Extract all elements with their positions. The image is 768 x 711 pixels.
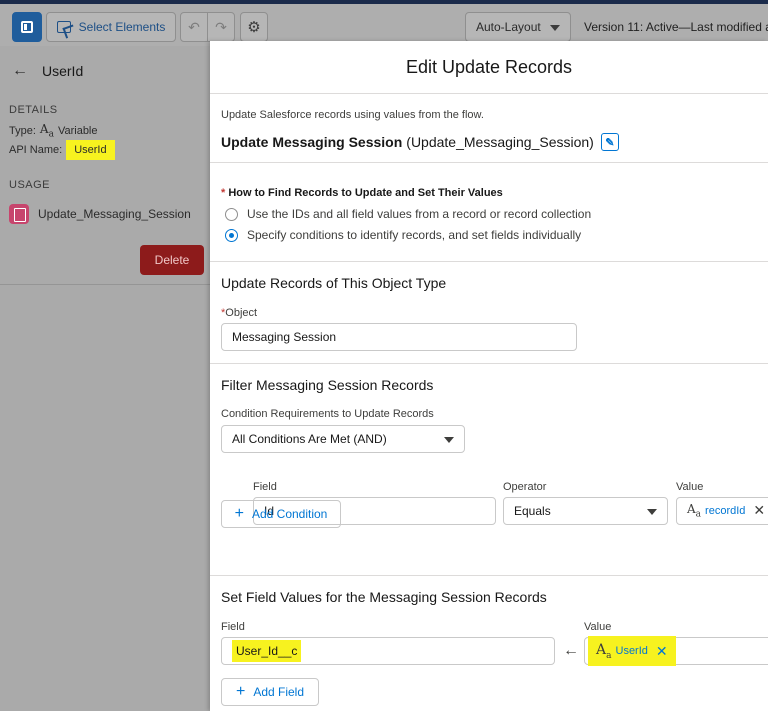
redo-icon: ↷ bbox=[215, 18, 227, 35]
radio-label: Specify conditions to identify records, … bbox=[247, 228, 582, 242]
edit-pencil-icon[interactable]: ✎ bbox=[600, 133, 619, 151]
update-records-icon bbox=[9, 204, 29, 224]
add-field-button[interactable]: + Add Field bbox=[221, 678, 319, 706]
condition-requirements-label: Condition Requirements to Update Records bbox=[221, 408, 434, 420]
edit-update-records-modal: Edit Update Records Update Salesforce re… bbox=[210, 41, 768, 711]
object-label-text: Object bbox=[225, 307, 258, 319]
resource-title: UserId bbox=[42, 63, 84, 79]
add-field-label: Add Field bbox=[253, 685, 305, 699]
arrow-left-icon: ← bbox=[563, 642, 579, 659]
remove-icon[interactable]: ✕ bbox=[656, 643, 668, 660]
set-field-input[interactable]: User_Id__c bbox=[221, 637, 555, 665]
modal-description: Update Salesforce records using values f… bbox=[221, 109, 484, 121]
usage-heading: USAGE bbox=[9, 179, 51, 191]
type-value: Variable bbox=[57, 124, 98, 137]
object-input[interactable]: Messaging Session bbox=[221, 323, 577, 351]
filter-section-heading: Filter Messaging Session Records bbox=[221, 377, 434, 393]
set-value-label: Value bbox=[584, 621, 612, 633]
api-name-value: UserId bbox=[66, 140, 115, 160]
modal-title: Edit Update Records bbox=[210, 41, 768, 94]
type-label: Type: bbox=[9, 124, 36, 137]
plus-icon: + bbox=[235, 683, 246, 700]
api-name-label: API Name: bbox=[9, 144, 63, 156]
auto-layout-dropdown[interactable]: Auto-Layout bbox=[465, 12, 571, 42]
how-to-find-text: How to Find Records to Update and Set Th… bbox=[228, 187, 503, 199]
radio-option-conditions[interactable]: Specify conditions to identify records, … bbox=[225, 228, 581, 242]
divider bbox=[210, 575, 768, 576]
filter-field-label: Field bbox=[253, 481, 277, 493]
value-pill-label: UserId bbox=[615, 645, 648, 657]
redo-button[interactable]: ↷ bbox=[207, 12, 235, 42]
chevron-down-icon bbox=[647, 509, 657, 515]
divider bbox=[210, 162, 768, 163]
element-api-name: (Update_Messaging_Session) bbox=[406, 134, 594, 150]
value-pill: Aa recordId ✕ bbox=[687, 502, 765, 519]
add-condition-label: Add Condition bbox=[251, 507, 328, 521]
settings-button[interactable]: ⚙ bbox=[240, 12, 268, 42]
remove-icon[interactable]: ✕ bbox=[753, 502, 765, 519]
divider bbox=[0, 284, 210, 285]
gear-icon: ⚙ bbox=[247, 19, 261, 36]
object-section-heading: Update Records of This Object Type bbox=[221, 275, 447, 291]
divider bbox=[210, 261, 768, 262]
text-type-icon: Aa bbox=[596, 641, 612, 661]
radio-button[interactable] bbox=[225, 207, 238, 221]
auto-layout-label: Auto-Layout bbox=[476, 20, 541, 34]
add-condition-button[interactable]: + Add Condition bbox=[221, 500, 341, 528]
flow-builder-toolbar: Select Elements ↶ ↷ ⚙ Auto-Layout Versio… bbox=[0, 4, 768, 46]
toggle-panel-button[interactable] bbox=[12, 12, 42, 42]
condition-requirements-select[interactable]: All Conditions Are Met (AND) bbox=[221, 425, 465, 453]
version-status: Version 11: Active—Last modified ar bbox=[584, 20, 768, 34]
undo-button[interactable]: ↶ bbox=[180, 12, 208, 42]
select-elements-button[interactable]: Select Elements bbox=[46, 12, 176, 42]
filter-value-input[interactable]: Aa recordId ✕ bbox=[676, 497, 768, 525]
condition-requirements-value: All Conditions Are Met (AND) bbox=[232, 432, 387, 446]
radio-button-selected[interactable] bbox=[225, 228, 238, 242]
radio-option-ids[interactable]: Use the IDs and all field values from a … bbox=[225, 207, 591, 221]
usage-item[interactable]: Update_Messaging_Session bbox=[9, 204, 191, 224]
chevron-down-icon bbox=[550, 25, 560, 31]
operator-value: Equals bbox=[514, 504, 551, 518]
value-pill: Aa UserId ✕ bbox=[588, 635, 676, 667]
set-field-value: User_Id__c bbox=[232, 640, 302, 662]
operator-select[interactable]: Equals bbox=[503, 497, 668, 525]
select-cursor-icon bbox=[56, 21, 71, 33]
set-value-input[interactable]: Aa UserId ✕ bbox=[584, 635, 768, 667]
element-label: Update Messaging Session bbox=[221, 134, 403, 150]
back-arrow-icon[interactable]: ← bbox=[12, 62, 28, 80]
details-heading: DETAILS bbox=[9, 104, 58, 116]
usage-item-label: Update_Messaging_Session bbox=[38, 207, 191, 221]
type-row: Type: Aa Variable bbox=[9, 122, 98, 139]
radio-label: Use the IDs and all field values from a … bbox=[247, 207, 592, 221]
object-label: *Object bbox=[221, 307, 257, 319]
api-name-row: API Name: UserId bbox=[9, 140, 115, 160]
undo-icon: ↶ bbox=[188, 18, 200, 35]
set-field-label: Field bbox=[221, 621, 245, 633]
filter-value-label: Value bbox=[676, 481, 704, 493]
panel-header: ← UserId bbox=[12, 62, 83, 80]
element-title: Update Messaging Session (Update_Messagi… bbox=[221, 133, 619, 151]
required-marker: * bbox=[221, 187, 226, 199]
delete-button[interactable]: Delete bbox=[140, 245, 204, 275]
operator-label: Operator bbox=[503, 481, 547, 493]
text-type-icon: Aa bbox=[687, 502, 702, 520]
plus-icon: + bbox=[234, 505, 244, 522]
chevron-down-icon bbox=[444, 437, 454, 443]
panel-icon bbox=[21, 21, 33, 33]
set-fields-section-heading: Set Field Values for the Messaging Sessi… bbox=[221, 589, 547, 605]
select-elements-label: Select Elements bbox=[78, 20, 166, 34]
text-type-icon: Aa bbox=[39, 122, 54, 140]
divider bbox=[210, 363, 768, 364]
value-pill-label: recordId bbox=[705, 504, 746, 517]
how-to-find-label: * How to Find Records to Update and Set … bbox=[221, 187, 503, 199]
resource-details-panel: ← UserId DETAILS Type: Aa Variable API N… bbox=[0, 46, 210, 711]
